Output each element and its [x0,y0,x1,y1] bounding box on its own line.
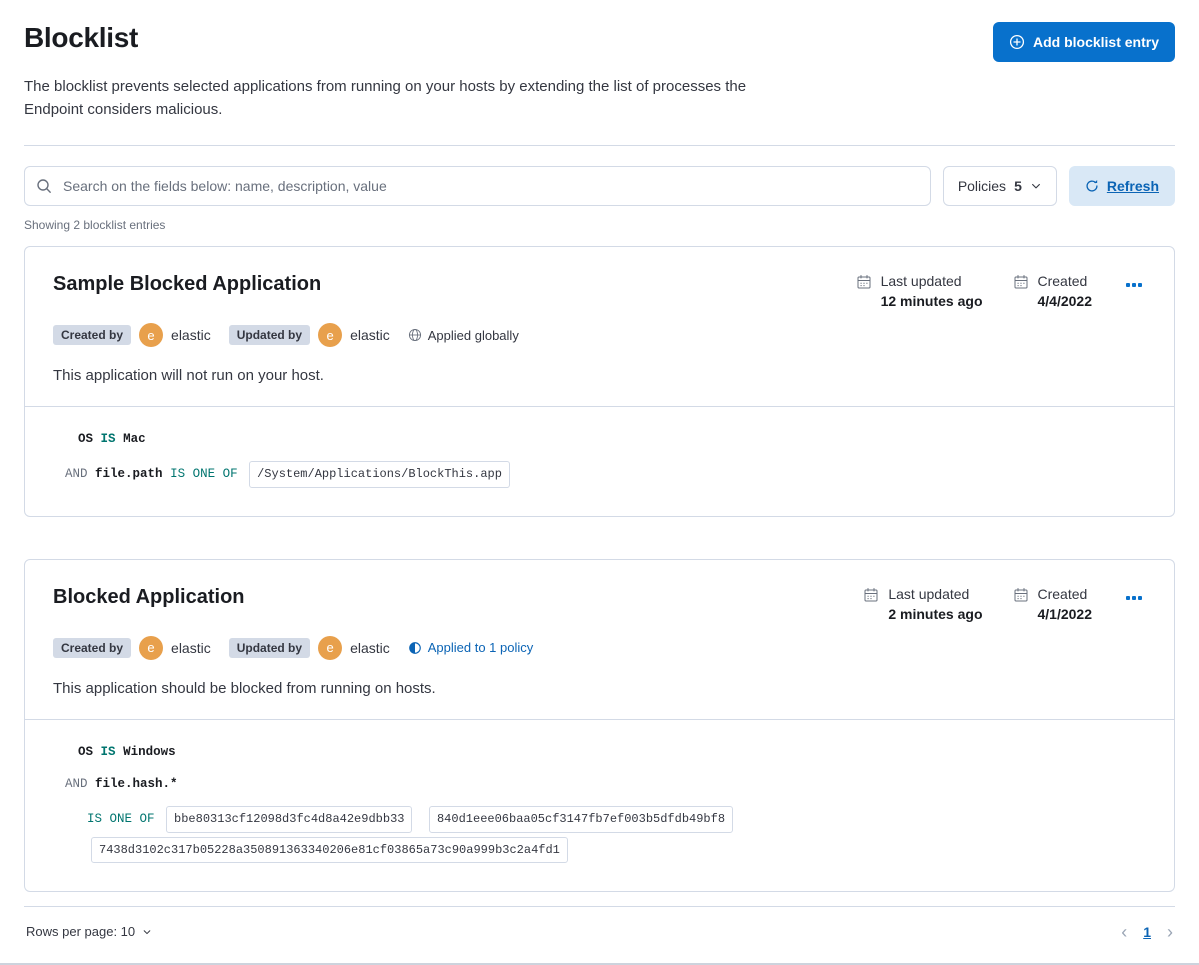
entry-actions-menu-button[interactable] [1122,279,1146,291]
chevron-down-icon [1030,180,1042,192]
page-title: Blocklist [24,22,139,53]
user-avatar: e [139,323,164,347]
rows-per-page-button[interactable]: Rows per page: 10 [26,924,152,939]
condition-value: bbe80313cf12098d3fc4d8a42e9dbb33 [166,806,413,833]
user-avatar: e [318,635,343,660]
blocklist-entry-card: Blocked Application Last updated 2 minut… [24,558,1175,892]
updated-by-badge: Updated by [228,637,311,658]
condition-value: 840d1eee06baa05cf3147fb7ef003b5dfdb49bf8 [428,806,734,833]
created-by-user: elastic [171,639,211,656]
calendar-icon [1013,274,1029,309]
result-count-text: Showing 2 blocklist entries [24,218,166,232]
entry-conditions: OS IS Mac AND file.path IS ONE OF /Syste… [25,407,1174,516]
condition-operator: IS ONE OF [170,467,238,482]
table-footer: Rows per page: 10 ‹ 1 › [24,907,1175,953]
last-updated-value: 2 minutes ago [888,605,983,622]
last-updated-block: Last updated 12 minutes ago [856,273,983,309]
condition-os: OS IS Windows [78,744,176,759]
page-header: Blocklist Add blocklist entry [24,22,1175,62]
updated-by-user: elastic [350,327,390,343]
policies-filter-label: Policies [957,178,1007,194]
last-updated-block: Last updated 2 minutes ago [863,585,983,622]
created-label: Created [1037,273,1088,289]
blocklist-page: Blocklist Add blocklist entry The blockl… [0,0,1199,965]
condition-os: OS IS Mac [78,432,146,446]
updated-by-badge: Updated by [228,325,311,345]
applied-policy-link[interactable]: Applied to 1 policy [408,640,534,656]
entry-title: Blocked Application [53,585,245,608]
calendar-icon [856,274,872,309]
entry-conditions: OS IS Windows AND file.hash.* IS ONE OF … [25,720,1174,891]
chevron-down-icon [142,927,152,937]
search-box [24,166,931,206]
policy-half-circle-icon [408,641,422,655]
rows-per-page-label: Rows per page: 10 [26,924,136,940]
user-avatar: e [139,635,164,660]
entry-actions-menu-button[interactable] [1122,592,1146,604]
add-blocklist-entry-label: Add blocklist entry [1032,34,1159,50]
applied-scope: Applied globally [408,328,519,343]
created-by-badge: Created by [53,637,132,658]
toolbar: Policies 5 Refresh [24,166,1175,206]
created-by-user: elastic [171,327,211,343]
created-label: Created [1037,585,1088,602]
search-input[interactable] [24,166,931,206]
blocklist-entry-card: Sample Blocked Application Last updated … [24,246,1175,517]
user-avatar: e [318,323,343,347]
applied-scope-label: Applied to 1 policy [427,640,534,656]
calendar-icon [863,587,879,622]
created-block: Created 4/4/2022 [1013,273,1093,309]
created-value: 4/4/2022 [1037,293,1093,309]
created-by-badge: Created by [53,325,132,345]
created-block: Created 4/1/2022 [1013,585,1093,622]
condition-value: 7438d3102c317b05228a350891363340206e81cf… [91,836,568,863]
add-blocklist-entry-button[interactable]: Add blocklist entry [992,22,1175,62]
last-updated-value: 12 minutes ago [880,293,983,309]
page-description: The blocklist prevents selected applicat… [24,78,747,118]
applied-scope-label: Applied globally [427,327,519,343]
entry-description: This application will not run on your ho… [53,367,324,384]
condition-entry: AND file.hash.* [65,776,178,791]
condition-values-line: IS ONE OF bbe80313cf12098d3fc4d8a42e9dbb… [87,806,1146,867]
refresh-icon [1085,179,1099,193]
header-divider [24,145,1175,146]
entry-meta-badges: Created by e elastic Updated by e elasti… [53,323,1146,347]
last-updated-label: Last updated [880,273,962,289]
condition-entry: AND file.path IS ONE OF /System/Applicat… [65,461,1146,491]
page-number-button[interactable]: 1 [1143,924,1151,940]
updated-by-user: elastic [350,639,390,656]
globe-icon [408,328,422,342]
condition-value: /System/Applications/BlockThis.app [249,461,510,488]
created-value: 4/1/2022 [1037,605,1093,622]
boxes-horizontal-icon [1126,595,1130,600]
last-updated-label: Last updated [888,585,970,602]
condition-field: file.path [95,467,163,482]
condition-operator: IS ONE OF [87,812,155,827]
search-icon [36,178,52,194]
entry-description: This application should be blocked from … [53,679,436,697]
refresh-label: Refresh [1106,178,1159,194]
condition-field: file.hash.* [95,776,178,791]
boxes-horizontal-icon [1126,283,1130,287]
entry-meta-badges: Created by e elastic Updated by e elasti… [53,635,1146,660]
pagination: ‹ 1 › [1121,923,1173,941]
plus-in-circle-icon [1009,34,1025,50]
policies-filter-button[interactable]: Policies 5 [942,166,1057,206]
next-page-button[interactable]: › [1167,923,1173,941]
previous-page-button[interactable]: ‹ [1121,923,1127,941]
calendar-icon [1013,587,1029,622]
refresh-button[interactable]: Refresh [1068,166,1175,206]
entry-title: Sample Blocked Application [53,273,322,295]
policies-count-badge: 5 [1014,178,1022,194]
